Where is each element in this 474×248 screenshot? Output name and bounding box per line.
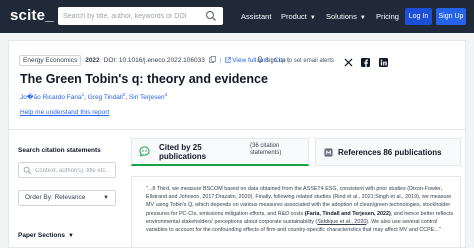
nav-assistant[interactable]: Assistant — [241, 12, 271, 21]
order-by-select[interactable]: Order By: Relevance ▼ — [18, 190, 116, 206]
email-alert[interactable]: Sign up to set email alerts — [256, 56, 335, 64]
linkedin-icon[interactable] — [378, 58, 388, 67]
citation-statement-card: "...8 Third, we measure BSCOM based on d… — [131, 176, 461, 248]
paper-sections-toggle[interactable]: Paper Sections ▼ — [18, 232, 74, 239]
order-by-value: Order By: Relevance — [25, 194, 86, 201]
help-understand-link[interactable]: Help me understand this report — [20, 109, 109, 116]
references-label: References 86 publications — [338, 148, 442, 157]
snippet-reference-link[interactable]: Siddique et al., 2020 — [317, 219, 366, 225]
author-affiliation: 3 — [164, 92, 168, 97]
publication-year: 2022 — [85, 57, 100, 64]
snippet-cited-reference[interactable]: (Faria, Tindall and Terjesen, 2022) — [305, 211, 391, 217]
citation-search-input[interactable] — [35, 166, 113, 175]
chevron-down-icon: ▼ — [103, 195, 109, 201]
author-list: Jo�ão Ricardo Faria1, Greg Tindall2, Sir… — [20, 92, 167, 101]
quote-bubble-icon — [139, 146, 150, 157]
search-icon[interactable] — [205, 10, 217, 22]
login-button[interactable]: Log In — [405, 8, 432, 25]
paper-sections-label: Paper Sections — [18, 232, 65, 239]
journal-tag[interactable]: Energy Economics — [19, 55, 82, 66]
top-navigation-bar: scite_ Assistant Product▼ Solutions▼ Pri… — [0, 0, 474, 33]
nav-product[interactable]: Product ▼ — [281, 12, 316, 21]
author-link[interactable]: Jo�ão Ricardo Faria — [20, 94, 82, 101]
email-alert-label: Sign up to set email alerts — [265, 58, 335, 64]
search-icon — [23, 166, 32, 175]
share-buttons — [344, 54, 388, 72]
section-divider — [9, 129, 465, 130]
nav-pricing[interactable]: Pricing — [376, 12, 399, 21]
facebook-icon[interactable] — [361, 58, 371, 67]
nav-product-label: Product — [281, 12, 307, 21]
paper-meta: Energy Economics 2022 DOI: 10.1016/j.eneco… — [19, 55, 292, 66]
chevron-down-icon: ▼ — [359, 15, 366, 21]
nav-solutions[interactable]: Solutions ▼ — [326, 12, 366, 21]
signup-button[interactable]: Sign Up — [436, 8, 466, 25]
tab-cited-by[interactable]: Cited by 25 publications (36 citation st… — [131, 138, 309, 166]
global-search-box — [58, 7, 223, 25]
author-link[interactable]: Siri Terjesen — [129, 94, 165, 101]
paper-title: The Green Tobin's q: theory and evidence — [20, 72, 268, 86]
references-icon — [324, 148, 333, 157]
scite-logo[interactable]: scite_ — [10, 7, 54, 24]
meta-separator: | — [219, 57, 222, 64]
tab-references[interactable]: References 86 publications — [315, 138, 461, 166]
doi-text: DOI: 10.1016/j.eneco.2022.106033 — [103, 57, 205, 64]
search-citations-heading: Search citation statements — [18, 147, 101, 154]
copy-icon[interactable] — [208, 56, 216, 63]
citation-search-box — [18, 162, 116, 178]
chevron-down-icon: ▼ — [309, 15, 316, 21]
chevron-down-icon: ▼ — [67, 233, 74, 239]
author-link[interactable]: Greg Tindall — [88, 94, 123, 101]
paper-panel: Energy Economics 2022 DOI: 10.1016/j.eneco… — [8, 40, 466, 248]
citation-statements-count: (36 citation statements) — [250, 143, 282, 156]
external-link-icon — [225, 57, 231, 63]
nav-solutions-label: Solutions — [326, 12, 357, 21]
global-search-input[interactable] — [63, 10, 199, 22]
cited-by-label: Cited by 25 publications — [159, 143, 207, 161]
twitter-icon[interactable] — [344, 58, 353, 67]
bell-icon — [256, 56, 264, 63]
citation-statement-text: "...8 Third, we measure BSCOM based on d… — [146, 185, 458, 234]
